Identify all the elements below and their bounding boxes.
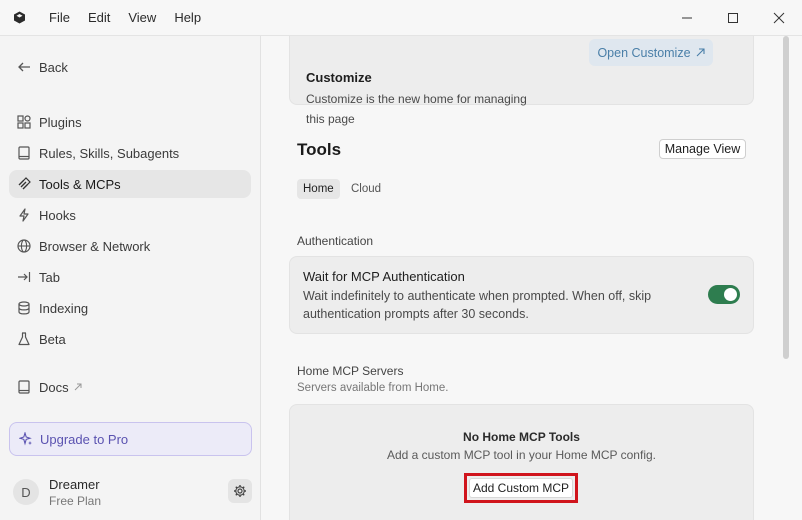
- open-customize-button[interactable]: Open Customize: [589, 39, 713, 66]
- customize-title: Customize: [306, 70, 372, 85]
- add-custom-mcp-button[interactable]: Add Custom MCP: [469, 478, 573, 498]
- book-icon: [16, 379, 32, 395]
- sidebar-item-label: Plugins: [39, 114, 82, 130]
- window-controls: [664, 0, 802, 36]
- flask-icon: [16, 331, 32, 347]
- menu-view[interactable]: View: [119, 0, 165, 36]
- auth-toggle[interactable]: [708, 285, 740, 304]
- manage-view-button[interactable]: Manage View: [659, 139, 746, 159]
- sidebar-item-tools[interactable]: Tools & MCPs: [9, 170, 251, 198]
- user-profile: D Dreamer Free Plan: [13, 474, 253, 510]
- sidebar-item-label: Docs: [39, 379, 69, 395]
- auth-setting-description: Wait indefinitely to authenticate when p…: [303, 289, 652, 321]
- minimize-button[interactable]: [664, 0, 710, 36]
- toggle-knob: [724, 288, 737, 301]
- sidebar-item-indexing[interactable]: Indexing: [9, 294, 251, 322]
- customize-description: Customize is the new home for managing t…: [306, 92, 527, 126]
- main-content: Customize Customize is the new home for …: [262, 36, 790, 520]
- add-custom-mcp-highlight: Add Custom MCP: [464, 473, 578, 503]
- lightning-icon: [16, 207, 32, 223]
- menu-bar: File Edit View Help: [40, 0, 210, 36]
- back-button[interactable]: Back: [9, 53, 251, 81]
- app-logo-icon: [12, 11, 26, 25]
- minimize-icon: [682, 17, 692, 19]
- tab-home[interactable]: Home: [297, 179, 340, 199]
- empty-state-description: Add a custom MCP tool in your Home MCP c…: [386, 448, 656, 462]
- menu-help[interactable]: Help: [165, 0, 210, 36]
- sidebar-item-label: Beta: [39, 331, 66, 347]
- external-link-icon: [696, 48, 705, 57]
- database-icon: [16, 300, 32, 316]
- sidebar-item-tab[interactable]: Tab: [9, 263, 251, 291]
- maximize-button[interactable]: [710, 0, 756, 36]
- upgrade-label: Upgrade to Pro: [40, 431, 129, 447]
- close-button[interactable]: [756, 0, 802, 36]
- sidebar-item-label: Rules, Skills, Subagents: [39, 145, 180, 161]
- auth-setting-title: Wait for MCP Authentication: [303, 269, 465, 284]
- gear-icon: [234, 485, 246, 497]
- servers-subtitle: Servers available from Home.: [297, 382, 449, 394]
- menu-edit[interactable]: Edit: [79, 0, 119, 36]
- settings-button[interactable]: [228, 479, 252, 503]
- sidebar-item-plugins[interactable]: Plugins: [9, 108, 251, 136]
- user-name: Dreamer: [49, 476, 100, 492]
- plugins-icon: [16, 114, 32, 130]
- back-label: Back: [39, 59, 68, 75]
- title-bar: File Edit View Help: [0, 0, 802, 36]
- sidebar-item-label: Tab: [39, 269, 60, 285]
- sidebar-item-browser[interactable]: Browser & Network: [9, 232, 251, 260]
- empty-state-title: No Home MCP Tools: [463, 430, 580, 444]
- sidebar-item-label: Tools & MCPs: [39, 176, 121, 192]
- maximize-icon: [728, 13, 738, 23]
- upgrade-button[interactable]: Upgrade to Pro: [9, 422, 252, 456]
- open-customize-label: Open Customize: [597, 45, 691, 60]
- sparkle-icon: [18, 431, 34, 447]
- user-plan: Free Plan: [49, 493, 102, 508]
- tab-arrow-icon: [16, 269, 32, 285]
- tools-icon: [16, 176, 32, 192]
- arrow-left-icon: [16, 59, 32, 75]
- page-title: Tools: [297, 140, 342, 159]
- close-icon: [773, 12, 785, 24]
- sidebar: Back Plugins Rules, Skills, Subagents To…: [0, 36, 261, 520]
- sidebar-item-hooks[interactable]: Hooks: [9, 201, 251, 229]
- sidebar-item-label: Browser & Network: [39, 238, 151, 254]
- sidebar-item-label: Hooks: [39, 207, 76, 223]
- sidebar-item-docs[interactable]: Docs: [9, 373, 251, 401]
- scrollbar-thumb[interactable]: [783, 36, 789, 359]
- servers-title: Home MCP Servers: [297, 364, 404, 378]
- tab-cloud[interactable]: Cloud: [345, 179, 387, 199]
- globe-icon: [16, 238, 32, 254]
- external-link-icon: [74, 383, 82, 391]
- avatar: D: [13, 479, 39, 505]
- sidebar-item-label: Indexing: [39, 300, 89, 316]
- authentication-label: Authentication: [297, 234, 374, 248]
- sidebar-item-beta[interactable]: Beta: [9, 325, 251, 353]
- book-icon: [16, 145, 32, 161]
- menu-file[interactable]: File: [40, 0, 79, 36]
- sidebar-item-rules[interactable]: Rules, Skills, Subagents: [9, 139, 251, 167]
